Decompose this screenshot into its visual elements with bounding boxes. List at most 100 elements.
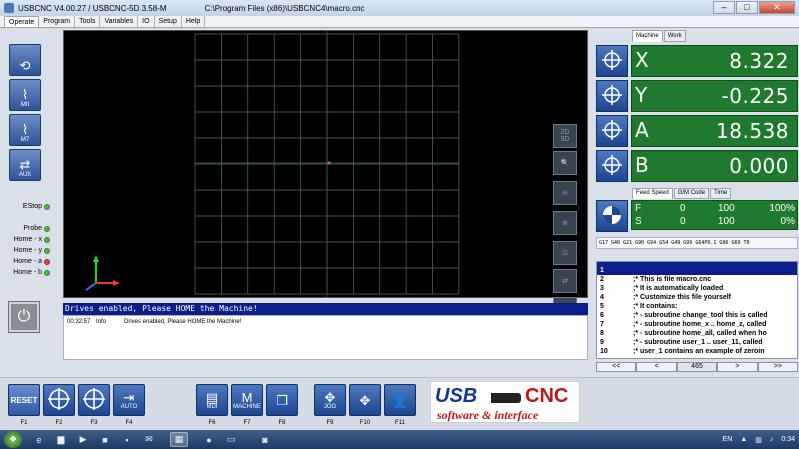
crosshair-icon — [601, 154, 623, 179]
indicator-home-x: Home - x — [10, 235, 54, 245]
axis-display-x: X 8.322 — [631, 45, 798, 77]
mist-button[interactable]: ⌇ M7 — [9, 114, 41, 146]
flood-button[interactable]: ⌇ MII — [9, 79, 41, 111]
right-panel: Machine Work X 8.322 Y -0.225 A 18.538 B… — [594, 28, 799, 377]
zero-work-button[interactable] — [78, 384, 110, 416]
axis-value: 0.000 — [729, 154, 789, 178]
firefox-icon: ● — [206, 434, 212, 445]
operate-panel: ⟲ ⌇ MII ⌇ M7 ⇄ AUX EStop Probe Home - x — [0, 28, 799, 377]
mist-icon: ⌇ — [21, 122, 29, 137]
zoom-in-button[interactable]: ⊕ — [553, 211, 577, 235]
machine-button[interactable]: M MACHINE — [231, 384, 263, 416]
zero-b-button[interactable] — [596, 150, 628, 182]
tab-work[interactable]: Work — [663, 30, 686, 42]
log-level: Info — [96, 319, 107, 325]
title-bar: USBCNC V4.00.27 / USBCNC-5D 3.58-M C:\Pr… — [0, 0, 799, 16]
code-line[interactable]: 8 ;* - subroutine home_all, called when h… — [597, 329, 797, 338]
feed-override-button[interactable] — [596, 200, 628, 232]
tab-feed-speed[interactable]: Feed Speed — [632, 188, 673, 199]
taskbar-app1[interactable]: ■ — [96, 432, 114, 447]
axis-value: 18.538 — [716, 119, 789, 143]
zoom-fit-button[interactable]: 🔍 — [553, 151, 577, 175]
language-indicator[interactable]: EN — [723, 436, 733, 443]
prev-page-button[interactable]: < — [636, 362, 677, 372]
taskbar-explorer[interactable]: ▆ — [52, 432, 70, 447]
zoom-window-button[interactable]: ⊡ — [553, 241, 577, 265]
tab-program[interactable]: Program — [39, 16, 76, 27]
axis-label: X — [635, 48, 649, 72]
reset-button[interactable]: RESET — [8, 384, 40, 416]
main-tabs: Operate Program Tools Variables IO Setup… — [0, 16, 799, 28]
auto-button[interactable]: ⇥ AUTO — [113, 384, 145, 416]
left-panel: ⟲ ⌇ MII ⌇ M7 ⇄ AUX EStop Probe Home - x — [0, 28, 62, 377]
code-line[interactable]: 10 ;* user_1 contains an example of zeroi… — [597, 347, 797, 356]
tab-help[interactable]: Help — [182, 16, 206, 27]
taskbar-mail[interactable]: ✉ — [140, 432, 158, 447]
taskbar-app2[interactable]: ▪ — [118, 432, 136, 447]
usb-plug-icon — [491, 393, 521, 403]
volume-icon[interactable]: ♪ — [770, 436, 774, 443]
zoom-out-button[interactable]: ⊖ — [553, 181, 577, 205]
browser-icon: e — [36, 434, 42, 445]
message-log[interactable]: 00:32:57 Info Drives enabled, Please HOM… — [63, 315, 588, 360]
code-line[interactable]: 7 ;* - subroutine home_x .. home_z, calle… — [597, 320, 797, 329]
tab-machine[interactable]: Machine — [632, 30, 663, 42]
user-button[interactable]: 👤 — [384, 384, 416, 416]
jog-button[interactable]: ✥ JOG — [314, 384, 346, 416]
window-icon: ▭ — [226, 434, 236, 444]
code-line[interactable]: 1 — [597, 266, 797, 275]
axis-label: Y — [635, 83, 648, 107]
view-toggle-button[interactable]: 2D 3D — [553, 124, 577, 148]
maximize-button[interactable]: □ — [736, 1, 758, 14]
tab-io[interactable]: IO — [138, 16, 155, 27]
program-listing[interactable]: 1 2 ;* This is file macro.cnc 3 ;* It is a… — [596, 261, 798, 359]
target-icon — [601, 204, 623, 229]
clock[interactable]: 0:34 — [781, 436, 795, 443]
zero-a-button[interactable] — [596, 115, 628, 147]
aux-button[interactable]: ⇄ AUX — [9, 149, 41, 181]
line-number-field[interactable]: 465 — [676, 362, 718, 372]
tab-variables[interactable]: Variables — [100, 16, 139, 27]
spindle-button[interactable]: ⟲ — [9, 44, 41, 76]
tab-time[interactable]: Time — [710, 188, 732, 199]
code-line[interactable]: 6 ;* - subroutine change_tool this is cal… — [597, 311, 797, 320]
start-button[interactable]: ❖ — [4, 431, 22, 448]
zero-y-button[interactable] — [596, 80, 628, 112]
tab-operate[interactable]: Operate — [4, 16, 40, 27]
indicator-probe: Probe — [10, 224, 54, 234]
jog-step-button[interactable]: ✥ — [349, 384, 381, 416]
clear-view-button[interactable]: ⇄ — [553, 269, 577, 293]
code-line[interactable]: 2 ;* This is file macro.cnc — [597, 275, 797, 284]
taskbar-app3[interactable]: ▭ — [222, 432, 240, 447]
taskbar-usbcnc[interactable]: ▦ — [170, 432, 188, 447]
next-page-button[interactable]: > — [717, 362, 758, 372]
home-all-button[interactable] — [43, 384, 75, 416]
clear-view-icon: ⇄ — [562, 277, 568, 285]
first-page-button[interactable]: << — [596, 362, 637, 372]
code-line[interactable]: 5 ;* It contains: — [597, 302, 797, 311]
camera-icon: ◙ — [262, 434, 268, 445]
zero-x-button[interactable] — [596, 45, 628, 77]
mdi-button[interactable]: ▤ MDI — [196, 384, 228, 416]
tab-tools[interactable]: Tools — [75, 16, 101, 27]
close-button[interactable]: ✕ — [759, 1, 795, 14]
taskbar-app4[interactable]: ◙ — [256, 432, 274, 447]
code-line[interactable]: 9 ;* - subroutine user_1 .. user_11, call… — [597, 338, 797, 347]
minimize-button[interactable]: – — [713, 1, 735, 14]
last-page-button[interactable]: >> — [757, 362, 799, 372]
tray-arrow-icon[interactable]: ▲ — [740, 436, 747, 443]
tab-setup[interactable]: Setup — [155, 16, 182, 27]
power-button[interactable]: ⏻ — [8, 301, 40, 333]
network-icon[interactable]: ▥ — [755, 436, 762, 444]
code-line[interactable]: 3 ;* It is automatically loaded — [597, 284, 797, 293]
files-button[interactable]: ❐ — [266, 384, 298, 416]
toolpath-view[interactable] — [63, 30, 588, 298]
tab-gm-code[interactable]: G/M Code — [673, 188, 710, 199]
code-navigation: << < 465 > >> — [596, 362, 799, 372]
taskbar-firefox[interactable]: ● — [200, 432, 218, 447]
code-line[interactable]: 4 ;* Customize this file yourself — [597, 293, 797, 302]
axis-row-a: A 18.538 — [594, 115, 799, 147]
taskbar-media[interactable]: ▶ — [74, 432, 92, 447]
crosshair-icon — [601, 119, 623, 144]
taskbar-ie[interactable]: e — [30, 432, 48, 447]
